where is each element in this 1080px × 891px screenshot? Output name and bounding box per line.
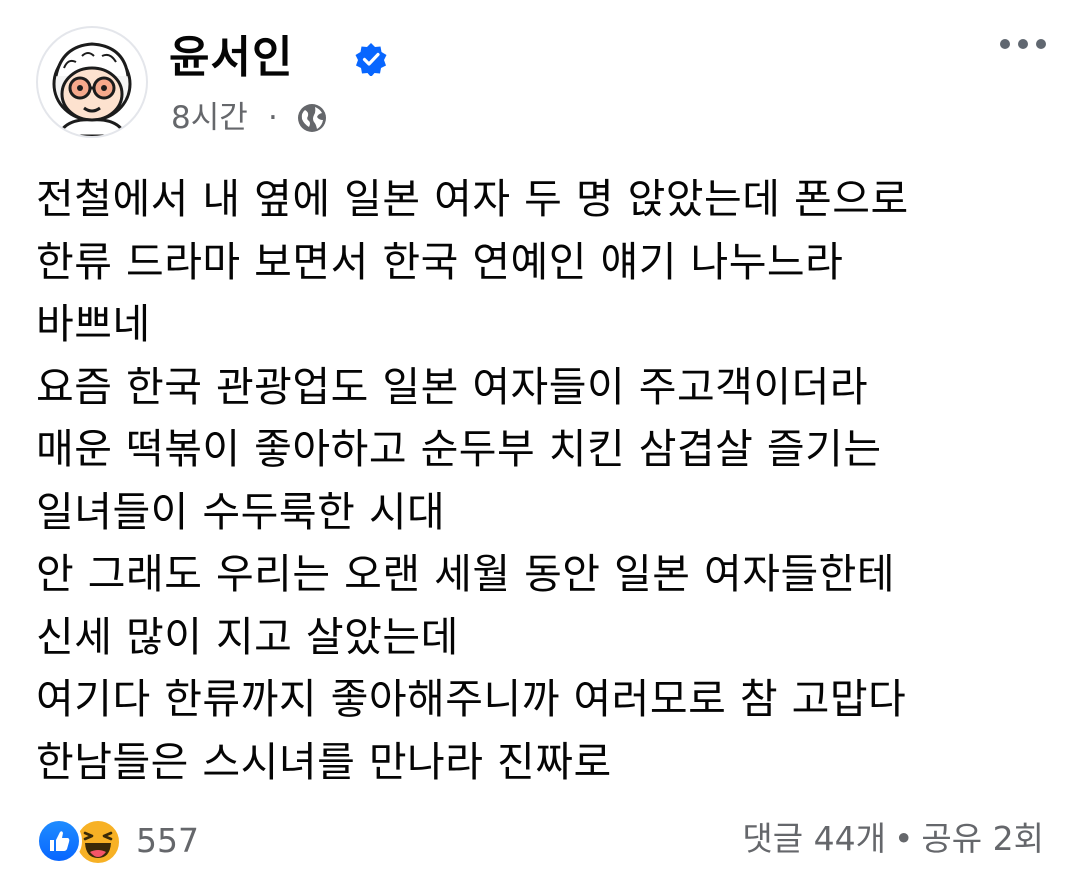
more-dot [1000,39,1010,49]
post-text-line: 한류 드라마 보면서 한국 연예인 얘기 나누느라 [36,237,844,286]
post-text-line: 요즘 한국 관광업도 일본 여자들이 주고객이더라 [36,362,869,411]
verified-badge-icon [355,43,387,76]
post-text-line: 한남들은 스시녀를 만나라 진짜로 [36,737,612,786]
more-dot [1036,39,1046,49]
post-text-line: 안 그래도 우리는 오랜 세월 동안 일본 여자들한테 [36,550,896,598]
post-time[interactable]: 8시간 [171,98,248,138]
post-body: 전철에서 내 옆에 일본 여자 두 명 앉았는데 폰으로 한류 드라마 보면서 … [36,168,1056,793]
post-text-line: 신세 많이 지고 살았는데 [36,612,459,661]
reactions-summary[interactable]: 557 [36,814,199,866]
reaction-count: 557 [136,821,199,860]
cartoon-avatar-icon [52,42,132,136]
post-text-line: 바쁘네 [36,300,151,348]
post-text-line: 여기다 한류까지 좋아해주니까 여러모로 참 고맙다 [36,675,907,723]
share-count-link[interactable]: 공유 2회 [921,819,1044,858]
like-icon [36,818,82,864]
author-avatar[interactable] [36,26,148,138]
meta-separator: · [268,100,278,136]
post-stats: 댓글 44개 • 공유 2회 [742,816,1044,862]
post-footer: 557 댓글 44개 • 공유 2회 [36,812,1044,868]
post-text-line: 전철에서 내 옆에 일본 여자 두 명 앉았는데 폰으로 [36,175,909,223]
post-text-line: 매운 떡볶이 좋아하고 순두부 치킨 삼겹살 즐기는 [36,425,882,473]
post-text-line: 일녀들이 수두룩한 시대 [36,487,446,536]
globe-icon [298,104,326,132]
stats-separator: • [893,819,914,858]
author-name[interactable]: 윤서인 [169,32,293,84]
more-options-icon[interactable] [1000,34,1046,54]
post-header: 윤서인 8시간 · [36,26,1046,146]
more-dot [1018,39,1028,49]
comment-count-link[interactable]: 댓글 44개 [742,819,886,858]
